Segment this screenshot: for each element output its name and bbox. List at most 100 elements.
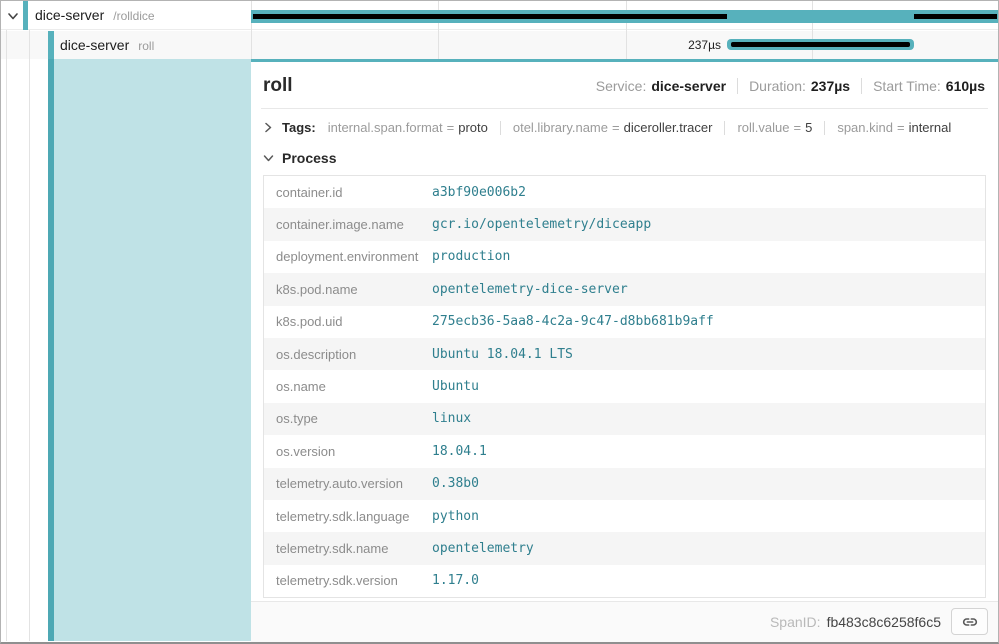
key-cell: telemetry.sdk.language xyxy=(264,509,432,524)
value-cell: 275ecb36-5aa8-4c2a-9c47-d8bb681b9aff xyxy=(432,314,714,329)
detail-header: roll Service: dice-server Duration: 237µ… xyxy=(251,62,998,108)
tag-key: roll.value xyxy=(737,120,789,135)
tag-separator xyxy=(824,121,825,135)
span-title: roll xyxy=(263,75,293,97)
table-row: deployment.environmentproduction xyxy=(264,241,985,273)
table-row: container.ida3bf90e006b2 xyxy=(264,176,985,208)
indent-guide xyxy=(29,30,30,641)
indent-guide xyxy=(6,30,7,641)
operation-name: /rolldice xyxy=(113,9,154,23)
chevron-right-icon xyxy=(263,122,277,134)
trace-row-roll[interactable]: dice-server roll 237µs xyxy=(1,31,998,59)
value-cell: Ubuntu 18.04.1 LTS xyxy=(432,347,573,362)
meta-separator xyxy=(861,78,862,94)
trace-view: dice-server/rolldice dice-server roll 237… xyxy=(0,0,999,644)
tag-key: internal.span.format xyxy=(328,120,443,135)
value-cell: a3bf90e006b2 xyxy=(432,185,526,200)
equals-sign: = xyxy=(447,120,455,135)
equals-sign: = xyxy=(612,120,620,135)
tag-item: otel.library.name = diceroller.tracer xyxy=(513,120,713,135)
key-cell: os.type xyxy=(264,411,432,426)
tag-value: proto xyxy=(458,120,488,135)
tag-separator xyxy=(724,121,725,135)
key-cell: k8s.pod.name xyxy=(264,282,432,297)
service-name: dice-server xyxy=(35,7,104,23)
key-cell: container.image.name xyxy=(264,217,432,232)
service-name: dice-server xyxy=(60,37,129,53)
key-cell: os.version xyxy=(264,444,432,459)
selected-span-highlight xyxy=(54,59,251,641)
table-row: telemetry.sdk.version1.17.0 xyxy=(264,565,985,597)
value-cell: production xyxy=(432,249,510,264)
span-bar-rolldice[interactable] xyxy=(251,10,998,23)
table-row: k8s.pod.nameopentelemetry-dice-server xyxy=(264,273,985,305)
span-bar-child-overlay xyxy=(914,14,997,19)
table-row: telemetry.sdk.nameopentelemetry xyxy=(264,532,985,564)
tag-key: otel.library.name xyxy=(513,120,608,135)
tags-heading: Tags: xyxy=(282,120,316,135)
detail-footer: SpanID: fb483c8c6258f6c5 xyxy=(251,601,998,642)
tag-value: 5 xyxy=(805,120,812,135)
link-icon xyxy=(962,614,978,630)
duration-label: Duration: xyxy=(749,78,806,94)
span-color-bar xyxy=(48,31,54,59)
table-row: container.image.namegcr.io/opentelemetry… xyxy=(264,208,985,240)
tag-item: span.kind = internal xyxy=(837,120,951,135)
duration-value: 237µs xyxy=(811,78,850,94)
table-row: os.descriptionUbuntu 18.04.1 LTS xyxy=(264,338,985,370)
value-cell: 0.38b0 xyxy=(432,476,479,491)
span-bar-inner xyxy=(731,42,910,47)
span-bar-roll[interactable] xyxy=(727,39,914,50)
service-value: dice-server xyxy=(651,78,726,94)
equals-sign: = xyxy=(794,120,802,135)
tag-value: internal xyxy=(909,120,952,135)
value-cell: linux xyxy=(432,411,471,426)
start-time-value: 610µs xyxy=(946,78,985,94)
service-label: Service: xyxy=(596,78,647,94)
process-section-toggle[interactable]: Process xyxy=(251,142,998,172)
key-cell: deployment.environment xyxy=(264,249,432,264)
value-cell: gcr.io/opentelemetry/diceapp xyxy=(432,217,651,232)
key-cell: k8s.pod.uid xyxy=(264,314,432,329)
span-meta: Service: dice-server Duration: 237µs Sta… xyxy=(596,78,985,94)
table-row: os.nameUbuntu xyxy=(264,370,985,402)
value-cell: Ubuntu xyxy=(432,379,479,394)
span-bar-child-overlay xyxy=(253,14,727,19)
value-cell: 18.04.1 xyxy=(432,444,487,459)
value-cell: opentelemetry-dice-server xyxy=(432,282,628,297)
process-heading: Process xyxy=(282,150,336,166)
key-cell: telemetry.sdk.name xyxy=(264,541,432,556)
key-cell: telemetry.auto.version xyxy=(264,476,432,491)
tag-item: roll.value =5 xyxy=(737,120,812,135)
equals-sign: = xyxy=(897,120,905,135)
table-row: telemetry.sdk.languagepython xyxy=(264,500,985,532)
value-cell: 1.17.0 xyxy=(432,573,479,588)
key-cell: os.name xyxy=(264,379,432,394)
span-color-bar xyxy=(23,1,28,30)
tag-value: diceroller.tracer xyxy=(624,120,713,135)
span-duration-label: 237µs xyxy=(251,31,721,59)
process-table: container.ida3bf90e006b2 container.image… xyxy=(263,175,986,598)
tag-separator xyxy=(500,121,501,135)
key-cell: os.description xyxy=(264,347,432,362)
table-row: os.version18.04.1 xyxy=(264,435,985,467)
tags-section-toggle[interactable]: Tags: internal.span.format=proto otel.li… xyxy=(251,109,998,142)
trace-row-rolldice[interactable]: dice-server/rolldice xyxy=(1,1,998,30)
start-time-label: Start Time: xyxy=(873,78,941,94)
value-cell: python xyxy=(432,509,479,524)
value-cell: opentelemetry xyxy=(432,541,534,556)
key-cell: telemetry.sdk.version xyxy=(264,573,432,588)
operation-name: roll xyxy=(138,39,154,53)
chevron-down-icon[interactable] xyxy=(6,9,20,23)
table-row: k8s.pod.uid275ecb36-5aa8-4c2a-9c47-d8bb6… xyxy=(264,306,985,338)
chevron-down-icon xyxy=(263,152,277,164)
table-row: os.typelinux xyxy=(264,403,985,435)
table-row: telemetry.auto.version0.38b0 xyxy=(264,468,985,500)
tag-item: internal.span.format =proto xyxy=(328,120,488,135)
key-cell: container.id xyxy=(264,185,432,200)
span-detail-panel: roll Service: dice-server Duration: 237µ… xyxy=(251,59,998,642)
spanid-label: SpanID: xyxy=(770,614,821,630)
tag-key: span.kind xyxy=(837,120,893,135)
deep-link-button[interactable] xyxy=(951,608,988,635)
meta-separator xyxy=(737,78,738,94)
